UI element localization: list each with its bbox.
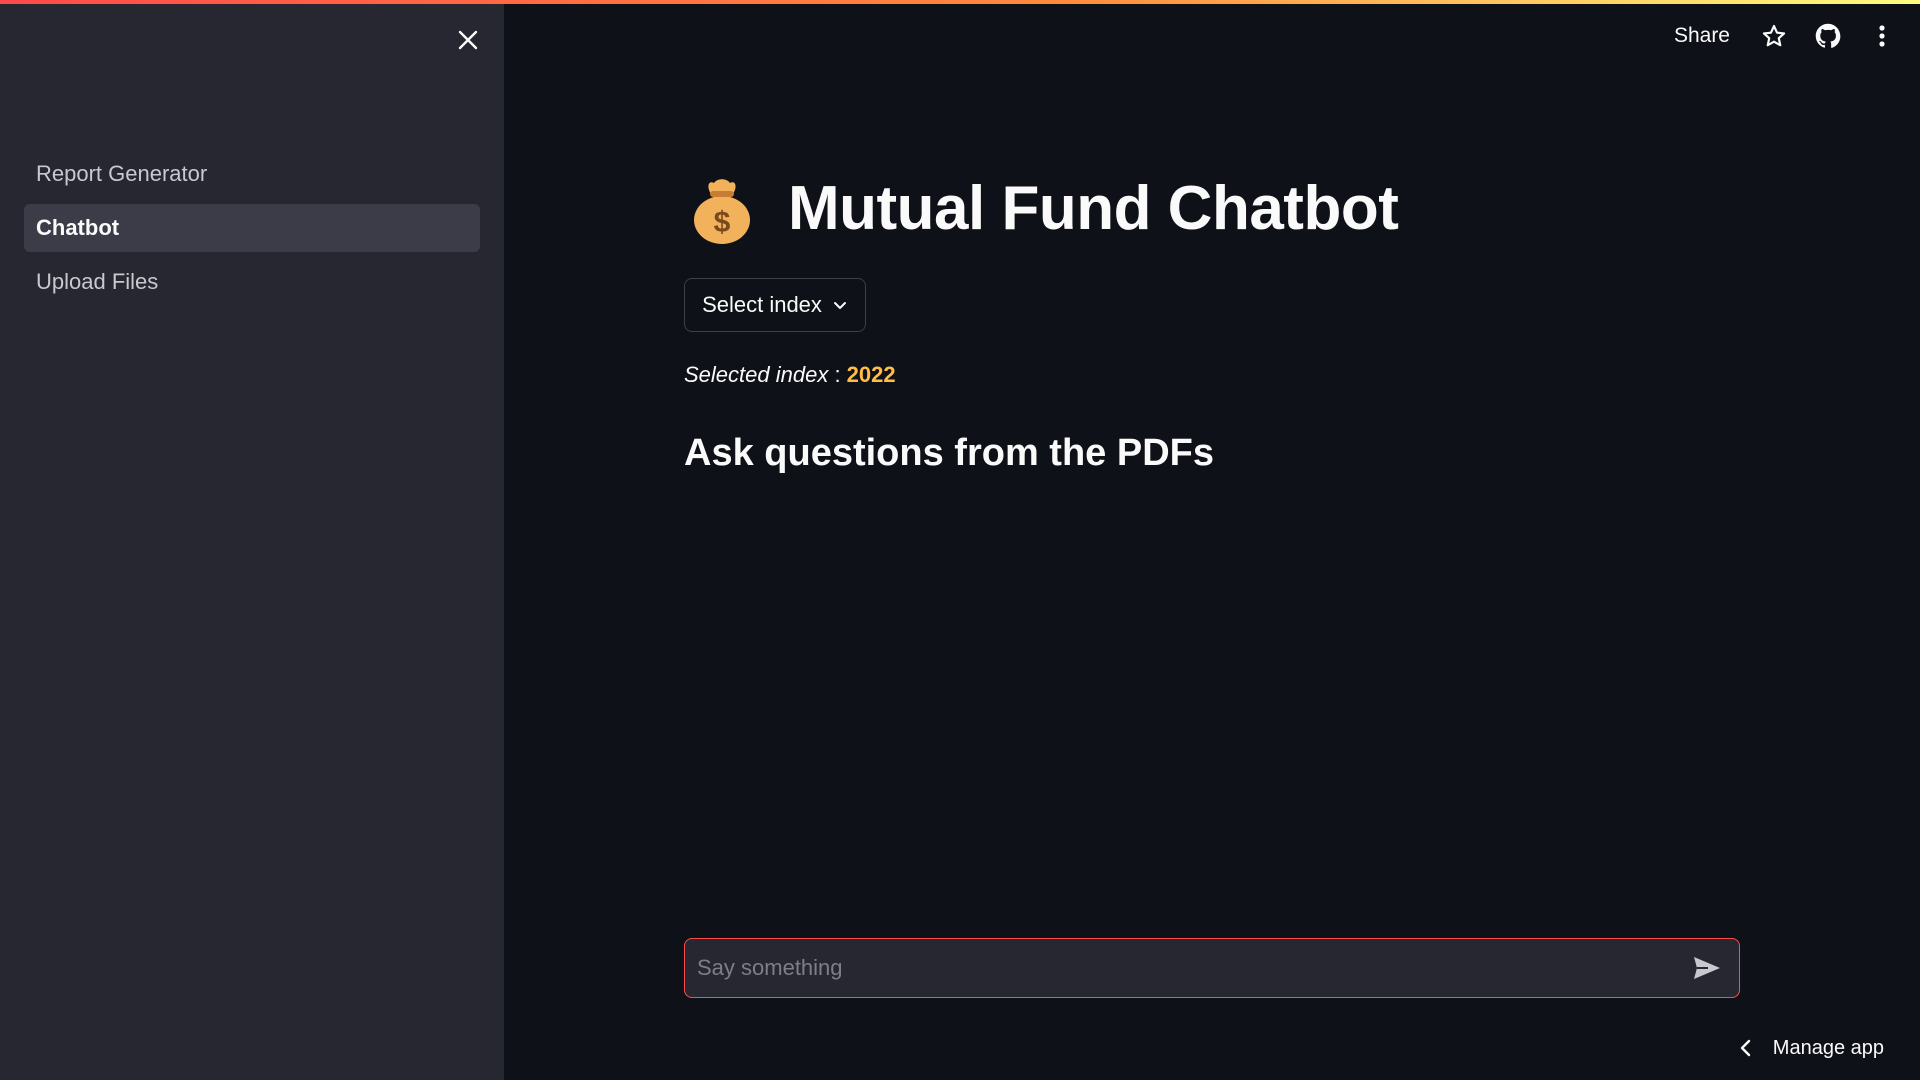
header-actions: Share	[1674, 14, 1920, 58]
page-title: Mutual Fund Chatbot	[788, 173, 1399, 243]
sidebar-item-label: Chatbot	[36, 215, 120, 240]
chat-input-container	[684, 938, 1740, 998]
section-heading: Ask questions from the PDFs	[684, 432, 1214, 474]
manage-app-button[interactable]: Manage app	[1739, 1032, 1884, 1064]
sidebar-item-label: Report Generator	[36, 161, 208, 186]
chat-input[interactable]	[685, 938, 1681, 998]
selected-index-text: Selected index : 2022	[684, 362, 896, 388]
more-vertical-icon[interactable]	[1866, 20, 1898, 52]
close-icon[interactable]	[452, 24, 484, 56]
sidebar-item-report-generator[interactable]: Report Generator	[24, 150, 480, 198]
chevron-left-icon	[1739, 1038, 1753, 1058]
star-icon[interactable]	[1758, 20, 1790, 52]
selected-index-label: Selected index	[684, 362, 829, 387]
selected-index-separator: :	[828, 362, 847, 387]
select-index-label: Select index	[702, 292, 822, 317]
sidebar: Report Generator Chatbot Upload Files	[0, 0, 504, 1080]
top-decoration-bar	[0, 0, 1920, 4]
share-button[interactable]: Share	[1674, 24, 1730, 48]
svg-text:$: $	[714, 206, 731, 239]
github-icon[interactable]	[1812, 20, 1844, 52]
send-icon[interactable]	[1681, 942, 1733, 994]
manage-app-label: Manage app	[1772, 1036, 1884, 1059]
page-title-row: $ Mutual Fund Chatbot	[684, 170, 1399, 246]
chevron-down-icon	[832, 297, 848, 313]
sidebar-item-chatbot[interactable]: Chatbot	[24, 204, 480, 252]
sidebar-item-upload-files[interactable]: Upload Files	[24, 258, 480, 306]
sidebar-nav: Report Generator Chatbot Upload Files	[24, 150, 480, 312]
selected-index-value: 2022	[846, 362, 896, 387]
money-bag-icon: $	[694, 179, 750, 244]
select-index-button[interactable]: Select index	[684, 278, 866, 332]
sidebar-item-label: Upload Files	[36, 269, 159, 294]
